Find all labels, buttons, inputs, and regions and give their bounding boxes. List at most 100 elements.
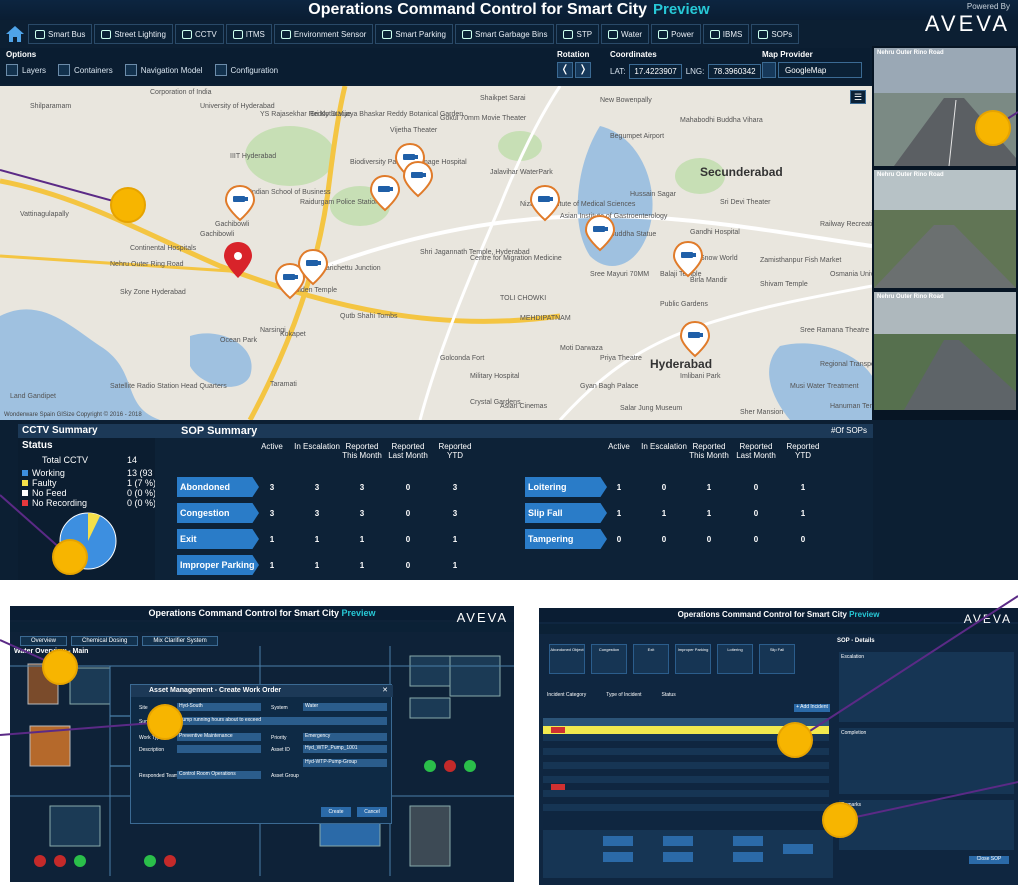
- cctv-marker-icon[interactable]: [679, 320, 711, 358]
- sop-tile-label: Loitering: [727, 647, 743, 652]
- map-label: Sri Devi Theater: [720, 199, 771, 206]
- system-field[interactable]: Water: [303, 703, 387, 711]
- navigation-model-label: Navigation Model: [140, 65, 203, 75]
- sop-count-value: 1: [359, 561, 365, 570]
- camera-feed-3[interactable]: Nehru Outer Rino Road: [874, 292, 1016, 410]
- rotate-right-button[interactable]: ❭: [575, 62, 591, 78]
- nav-water[interactable]: Water: [601, 24, 650, 44]
- containers-button[interactable]: Containers: [58, 64, 113, 76]
- asset-id-field[interactable]: Hyd_WTP_Pump_1001: [303, 745, 387, 753]
- nav-itms[interactable]: ITMS: [225, 24, 272, 44]
- sop-category-button[interactable]: Abondoned Object: [177, 477, 259, 497]
- nav-power[interactable]: Power: [651, 24, 701, 44]
- camera-feed-1[interactable]: Nehru Outer Rino Road: [874, 48, 1016, 166]
- site-field[interactable]: Hyd-South: [177, 703, 261, 711]
- sop-category-button[interactable]: Congestion: [177, 503, 259, 523]
- priority-field[interactable]: Emergency: [303, 733, 387, 741]
- nav-smart-parking[interactable]: Smart Parking: [375, 24, 453, 44]
- sop-tile[interactable]: Exit: [633, 644, 669, 674]
- sop-category-button[interactable]: Loitering: [525, 477, 607, 497]
- map-label: Begumpet Airport: [610, 133, 664, 140]
- sop-count-value: 0: [405, 509, 411, 518]
- map-copyright: Wonderware Spain GISize Copyright © 2016…: [4, 412, 142, 418]
- map-label: Taramati: [270, 381, 297, 388]
- filter-status[interactable]: Status: [662, 692, 676, 698]
- map-label: Continental Hospitals: [130, 245, 197, 252]
- map-label: Imlibani Park: [680, 373, 721, 380]
- sop-tile[interactable]: Slip Fall: [759, 644, 795, 674]
- dialog-close-icon[interactable]: ✕: [382, 686, 388, 694]
- selected-location-pin-icon[interactable]: [224, 242, 252, 278]
- rotate-left-button[interactable]: ❬: [557, 62, 573, 78]
- sop-details-title: SOP - Details: [837, 638, 875, 644]
- sop-tile[interactable]: Congestion: [591, 644, 627, 674]
- map-label: Vijetha Theater: [390, 127, 438, 134]
- map-menu-button[interactable]: ☰: [850, 90, 866, 104]
- home-icon[interactable]: [4, 23, 26, 45]
- create-button[interactable]: Create: [321, 807, 351, 817]
- map-label: Satellite Radio Station Head Quarters: [110, 383, 227, 390]
- nav-stp[interactable]: STP: [556, 24, 600, 44]
- sop-count-value: 3: [314, 509, 320, 518]
- add-incident-button[interactable]: + Add Incident: [794, 704, 830, 712]
- sop-category-button[interactable]: Tampering: [525, 529, 607, 549]
- nav-street-lighting[interactable]: Street Lighting: [94, 24, 173, 44]
- work-type-field[interactable]: Preventive Maintenance: [177, 733, 261, 741]
- map-label: Zamisthanpur Fish Market: [760, 257, 841, 264]
- cctv-marker-icon[interactable]: [402, 160, 434, 198]
- filter-category[interactable]: Incident Category: [547, 692, 586, 698]
- nav-environment-sensor[interactable]: Environment Sensor: [273, 24, 374, 44]
- summary-field[interactable]: Pump running hours about to exceed: [177, 717, 387, 725]
- map-label: YS Rajasekhar Reddy Statue: [260, 111, 351, 118]
- right-strip: [873, 420, 1018, 580]
- cctv-status-value: 0 (0 %): [127, 498, 157, 508]
- map-label: Moti Darwaza: [560, 345, 603, 352]
- sop-category-button[interactable]: Improper Parking: [177, 555, 259, 575]
- responded-team-field[interactable]: Control Room Operations: [177, 771, 261, 779]
- camera-feed-panel: Nehru Outer Rino Road Nehru Outer Rino R…: [872, 46, 1018, 420]
- navigation-model-button[interactable]: Navigation Model: [124, 64, 203, 76]
- cctv-status-row: No Recording 0 (0 %): [22, 498, 172, 508]
- cctv-summary-panel: CCTV Summary Status Total CCTV 14 Workin…: [18, 424, 173, 580]
- map-label: Musi Water Treatment: [790, 383, 859, 390]
- cctv-marker-icon[interactable]: [529, 184, 561, 222]
- description-field[interactable]: [177, 745, 261, 753]
- rotation-label: Rotation: [557, 50, 590, 59]
- close-sop-button[interactable]: Close SOP: [969, 856, 1009, 864]
- nav-cctv[interactable]: CCTV: [174, 24, 224, 44]
- nav-label: Smart Garbage Bins: [475, 29, 548, 39]
- cctv-icon: [181, 29, 192, 39]
- lat-field[interactable]: 17.4223907: [629, 64, 682, 79]
- cctv-status-label: Working: [32, 468, 65, 478]
- camera-feed-2[interactable]: Nehru Outer Rino Road: [874, 170, 1016, 288]
- nav-ibms[interactable]: IBMS: [702, 24, 750, 44]
- callout-marker-sop-table: [777, 722, 813, 758]
- sop-category-button[interactable]: Slip Fall: [525, 503, 607, 523]
- lng-field[interactable]: 78.3960342: [708, 64, 761, 79]
- map-provider-select[interactable]: GoogleMap: [762, 62, 862, 78]
- layers-button[interactable]: Layers: [6, 64, 46, 76]
- cancel-button[interactable]: Cancel: [357, 807, 387, 817]
- filter-type[interactable]: Type of Incident: [606, 692, 641, 698]
- cctv-marker-icon[interactable]: [224, 184, 256, 222]
- map-label: Indian School of Business: [250, 189, 331, 196]
- asset-group-field[interactable]: Hyd-WTP-Pump-Group: [303, 759, 387, 767]
- sop-tile[interactable]: Loitering: [717, 644, 753, 674]
- map-label: Snow World: [700, 255, 738, 262]
- nav-smart-garbage-bins[interactable]: Smart Garbage Bins: [455, 24, 555, 44]
- legend-swatch: [22, 480, 28, 486]
- sop-count-value: 3: [269, 483, 275, 492]
- sop-tile[interactable]: Abondoned Object: [549, 644, 585, 674]
- sop-category-button[interactable]: Exit: [177, 529, 259, 549]
- city-map[interactable]: Corporation of India Shilparamam Shaikpet …: [0, 86, 872, 420]
- sop-column-header-right: Reported Last Month: [736, 442, 776, 460]
- powered-by: Powered By: [966, 2, 1010, 11]
- layers-label: Layers: [22, 65, 47, 75]
- sop-count-value: 0: [753, 535, 759, 544]
- building-icon: [709, 29, 720, 39]
- nav-sops[interactable]: SOPs: [751, 24, 800, 44]
- configuration-button[interactable]: Configuration: [214, 64, 278, 76]
- sop-tile[interactable]: Improper Parking: [675, 644, 711, 674]
- screenshot-collage: Operations Command Control for Smart Cit…: [0, 0, 1018, 885]
- nav-smart-bus[interactable]: Smart Bus: [28, 24, 93, 44]
